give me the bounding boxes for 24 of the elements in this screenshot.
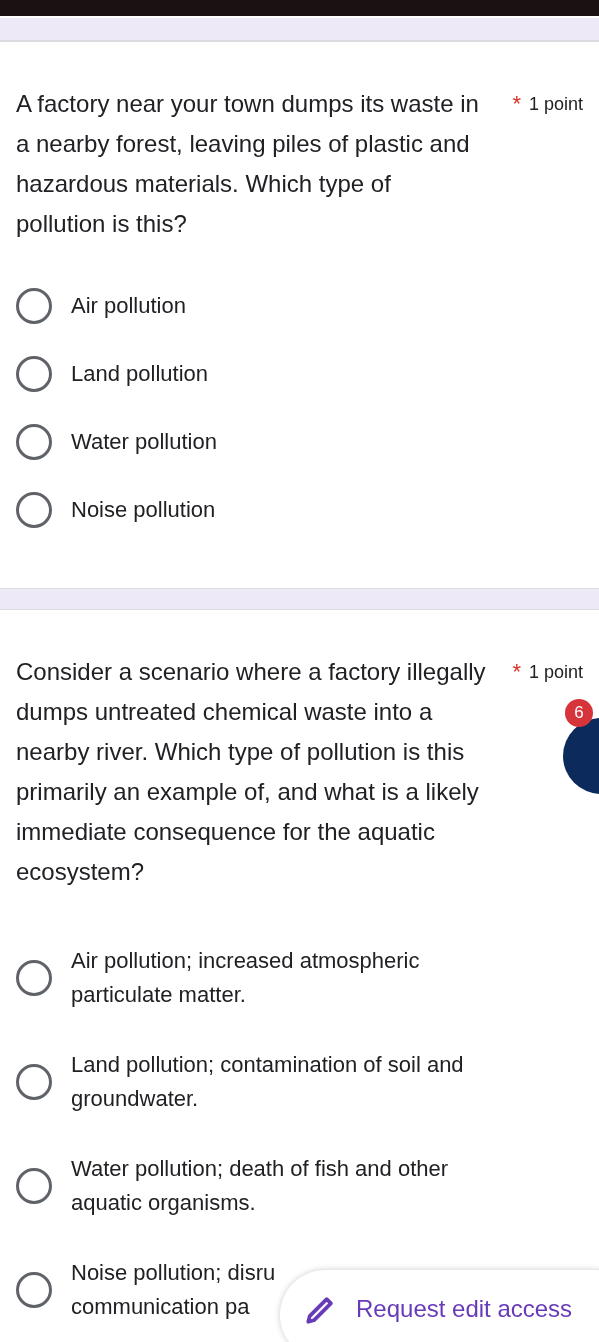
option-label[interactable]: Water pollution — [71, 425, 217, 459]
option-label[interactable]: Noise pollution; disru communication pa — [71, 1256, 276, 1324]
option-label[interactable]: Water pollution; death of fish and other aquatic organisms. — [71, 1152, 449, 1220]
required-asterisk: * — [512, 90, 521, 118]
question-text: Consider a scenario where a factory illegally dumps untreated chemical waste into a nearby river. Which type of pollution is this primarily an example of, and what is a likely immediate consequence for the aquatic ecosystem? — [16, 657, 486, 887]
notification-badge: 6 — [565, 699, 593, 727]
required-asterisk: * — [512, 658, 521, 686]
option-label[interactable]: Air pollution — [71, 289, 186, 323]
radio-button[interactable] — [16, 1272, 52, 1308]
option-label[interactable]: Air pollution; increased atmospheric particulate matter. — [71, 944, 420, 1012]
radio-button[interactable] — [16, 1168, 52, 1204]
radio-button[interactable] — [16, 1064, 52, 1100]
question-text: A factory near your town dumps its waste in a nearby forest, leaving piles of plastic and hazardous materials. Which type of pollution is this? — [16, 89, 480, 239]
points-label: 1 point — [528, 93, 583, 116]
radio-button[interactable] — [16, 356, 52, 392]
option-label[interactable]: Land pollution; contamination of soil and groundwater. — [71, 1048, 464, 1116]
option-label[interactable]: Land pollution — [71, 357, 208, 391]
points-label: 1 point — [528, 661, 583, 684]
request-edit-access-button[interactable]: Request edit access — [280, 1270, 599, 1342]
radio-button[interactable] — [16, 960, 52, 996]
radio-button[interactable] — [16, 288, 52, 324]
radio-button[interactable] — [16, 424, 52, 460]
option-label[interactable]: Noise pollution — [71, 493, 216, 527]
radio-button[interactable] — [16, 492, 52, 528]
